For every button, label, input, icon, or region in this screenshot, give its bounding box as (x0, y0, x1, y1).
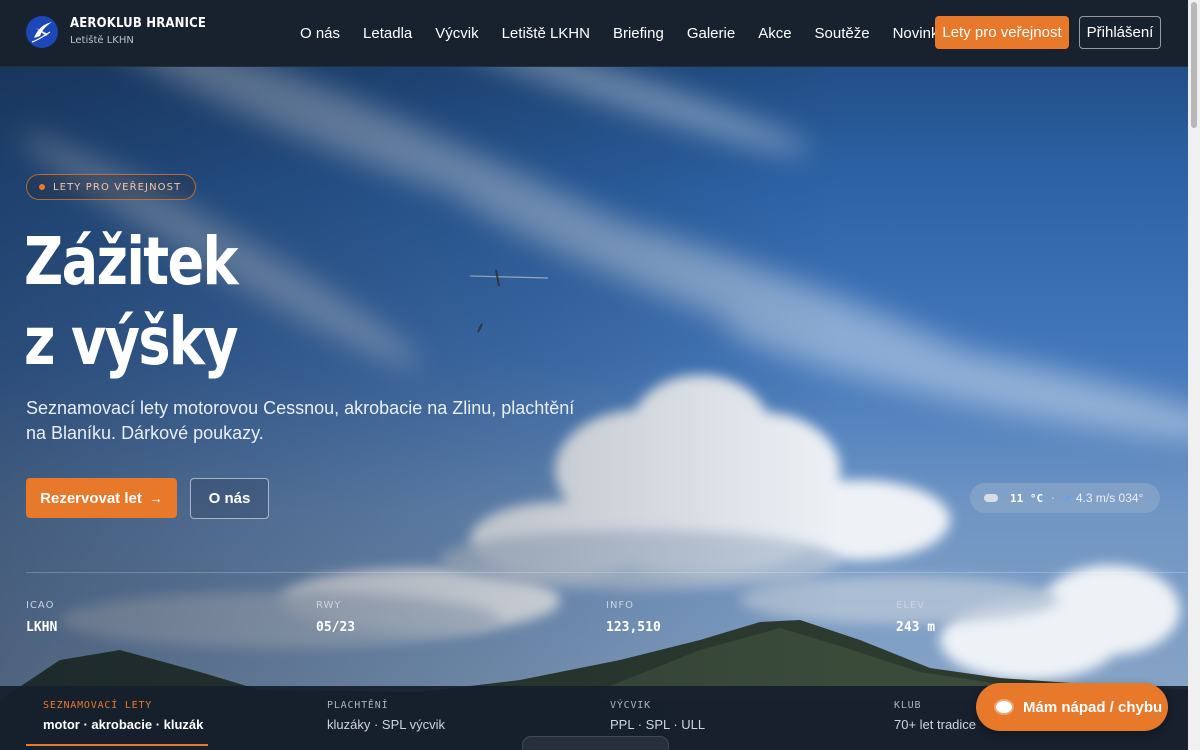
nav-item-briefing[interactable]: Briefing (613, 25, 664, 42)
hero-title-line-2: z výšky (24, 303, 239, 380)
feedback-label: Mám nápad / chybu (1023, 698, 1163, 716)
category-label: KLUB (894, 700, 922, 711)
hero-title-line-1: Zážitek (24, 223, 239, 300)
category-klub[interactable]: KLUB 70+ let tradice (894, 700, 976, 732)
arrow-right-icon: → (148, 490, 163, 506)
login-button[interactable]: Přihlášení (1079, 16, 1161, 49)
reserve-flight-label: Rezervovat let (40, 489, 142, 507)
brand-logo-link[interactable]: AEROKLUB HRANICE Letiště LKHN (26, 16, 221, 48)
stats-divider (26, 572, 1186, 573)
nav-item-akce[interactable]: Akce (758, 25, 791, 42)
site-header: AEROKLUB HRANICE Letiště LKHN O nás Leta… (0, 0, 1188, 67)
nav-item-souteze[interactable]: Soutěže (815, 25, 870, 42)
category-description: kluzáky · SPL výcvik (327, 717, 445, 732)
weather-separator: · (1051, 491, 1055, 505)
nav-item-letiste[interactable]: Letiště LKHN (502, 25, 590, 42)
reserve-flight-button[interactable]: Rezervovat let → (26, 478, 177, 518)
stat-value: LKHN (26, 620, 58, 635)
scrollbar-thumb[interactable] (1191, 2, 1197, 128)
wind-arrow-icon: ➚ (1062, 491, 1072, 505)
hero-subtitle: Seznamovací lety motorovou Cessnou, akro… (26, 398, 575, 443)
badge-label: LETY PRO VEŘEJNOST (53, 181, 182, 193)
stat-label: ICAO (26, 600, 55, 611)
brand-subtitle: Letiště LKHN (70, 35, 134, 46)
stat-info: INFO 123,510 (606, 600, 661, 635)
stat-label: INFO (606, 600, 635, 611)
feedback-button[interactable]: Mám nápad / chybu (976, 683, 1168, 731)
category-description: PPL · SPL · ULL (610, 717, 706, 732)
stat-elev: ELEV 243 m (896, 600, 935, 635)
category-description: motor · akrobacie · kluzák (43, 717, 204, 732)
weather-temperature: 11 °C (1010, 491, 1044, 505)
stat-icao: ICAO LKHN (26, 600, 57, 635)
hero-title: Zážitek z výšky (24, 222, 434, 382)
category-label: PLACHTĚNÍ (327, 700, 389, 711)
public-flights-button[interactable]: Lety pro veřejnost (935, 16, 1069, 49)
stat-value: 05/23 (316, 620, 356, 635)
category-seznamovaci-lety[interactable]: SEZNAMOVACÍ LETY motor · akrobacie · klu… (43, 700, 203, 732)
category-plachteni[interactable]: PLACHTĚNÍ kluzáky · SPL výcvik (327, 700, 445, 732)
stat-label: ELEV (896, 600, 926, 611)
cloud-icon (984, 494, 998, 502)
nav-item-vycvik[interactable]: Výcvik (435, 25, 478, 42)
active-category-indicator (26, 744, 208, 746)
main-navigation: O nás Letadla Výcvik Letiště LKHN Briefi… (300, 0, 969, 66)
stat-value: 243 m (896, 620, 936, 635)
stat-value: 123,510 (606, 620, 661, 635)
stat-rwy: RWY 05/23 (316, 600, 355, 635)
badge-dot-icon (39, 184, 45, 190)
page-scrollbar[interactable] (1188, 0, 1200, 750)
floating-toolbar[interactable] (522, 736, 669, 750)
stat-label: RWY (316, 600, 342, 611)
about-button[interactable]: O nás (190, 478, 269, 519)
weather-widget: 11 °C · ➚ 4.3 m/s 034° (970, 483, 1160, 513)
nav-item-galerie[interactable]: Galerie (687, 25, 735, 42)
nav-item-letadla[interactable]: Letadla (363, 25, 412, 42)
hero-badge: LETY PRO VEŘEJNOST (26, 174, 197, 200)
chat-bubble-icon (996, 701, 1012, 713)
category-label: VÝCVIK (610, 700, 651, 711)
nav-item-o-nas[interactable]: O nás (300, 25, 340, 42)
category-description: 70+ let tradice (894, 717, 977, 732)
airplane-logo-icon (26, 16, 58, 48)
category-label: SEZNAMOVACÍ LETY (43, 700, 153, 711)
category-vycvik[interactable]: VÝCVIK PPL · SPL · ULL (610, 700, 705, 732)
weather-wind: 4.3 m/s 034° (1075, 491, 1144, 505)
brand-name: AEROKLUB HRANICE (70, 16, 207, 31)
